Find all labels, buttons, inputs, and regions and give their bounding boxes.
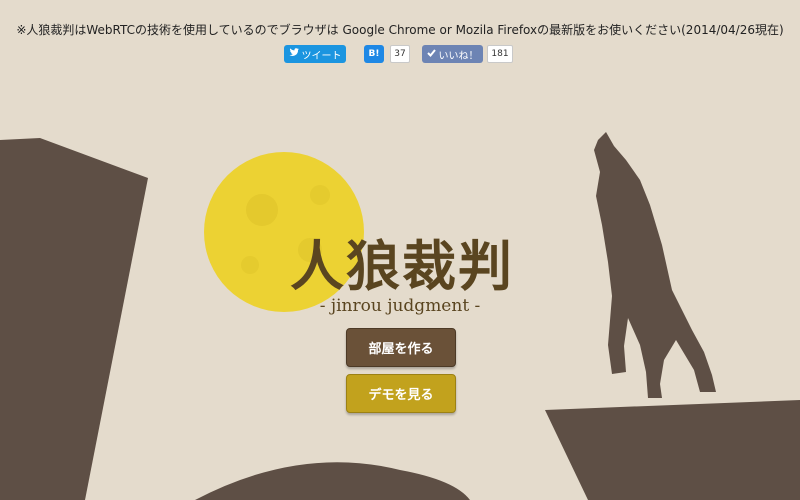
check-icon [426, 48, 436, 60]
left-mountain [0, 138, 148, 500]
like-label: いいね！ [438, 50, 479, 62]
twitter-bird-icon [288, 48, 299, 60]
create-room-button[interactable]: 部屋を作る [346, 328, 456, 367]
wolf-silhouette [594, 132, 716, 398]
tweet-label: ツイート [301, 50, 342, 62]
page-title: 人狼裁判 [290, 234, 514, 298]
hatena-bookmark-count: 37 [390, 45, 410, 63]
right-cliff [545, 400, 800, 500]
hatena-bookmark-button[interactable]: B! [364, 45, 384, 63]
facebook-like-button[interactable]: いいね！ [422, 45, 483, 63]
tweet-button[interactable]: ツイート [284, 45, 346, 63]
view-demo-button[interactable]: デモを見る [346, 374, 456, 413]
facebook-like-count: 181 [487, 45, 513, 63]
social-buttons: ツイート B! 37 いいね！ 181 [0, 45, 800, 65]
page-subtitle: - jinrou judgment - [319, 296, 481, 316]
browser-notice: ※人狼裁判はWebRTCの技術を使用しているのでブラウザは Google Chr… [16, 23, 784, 37]
bottom-hill [195, 462, 470, 500]
